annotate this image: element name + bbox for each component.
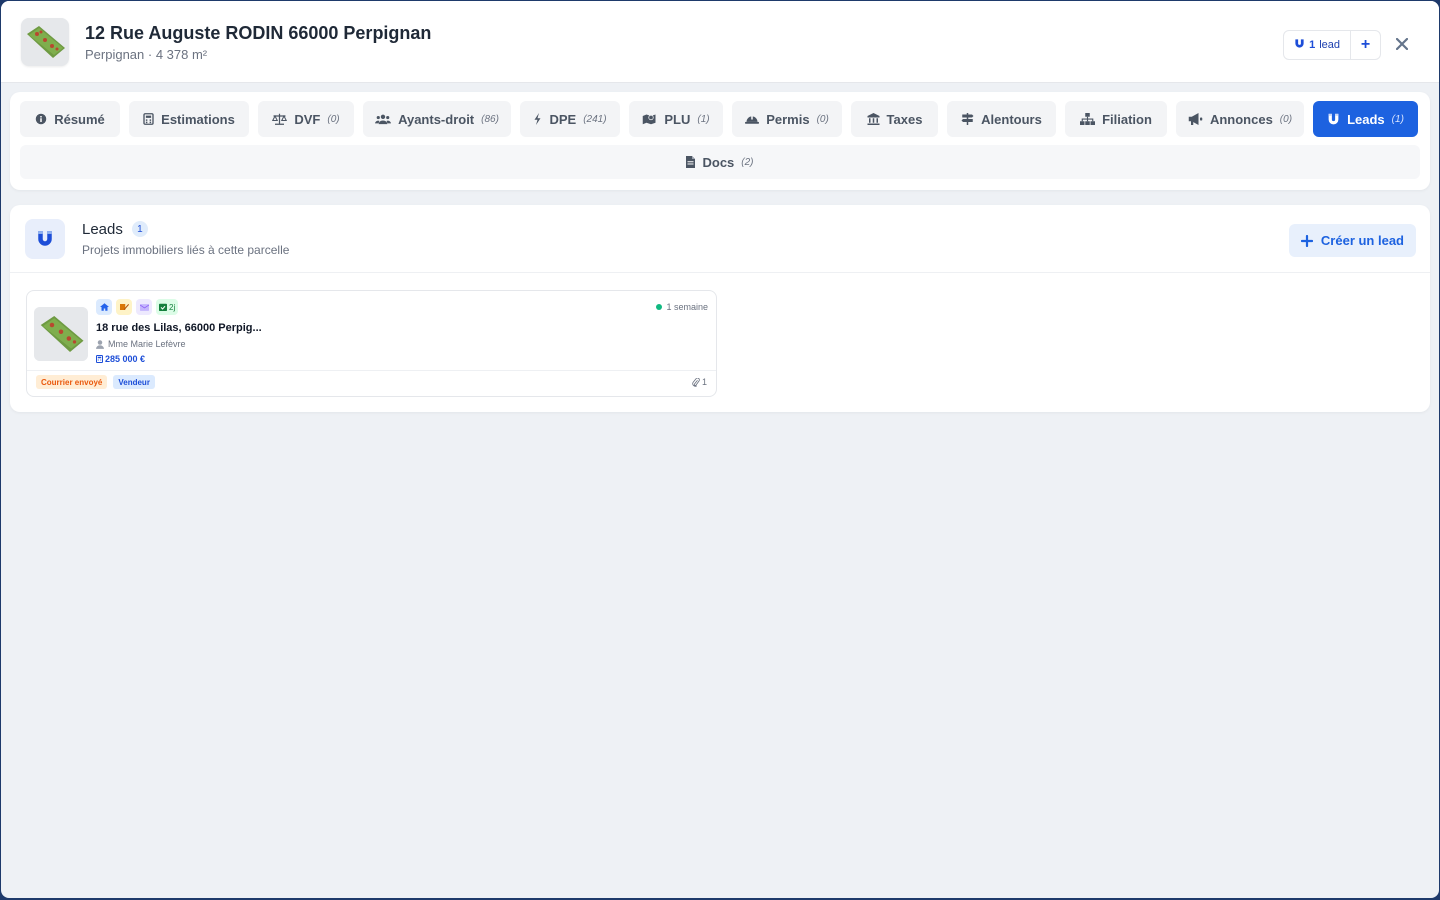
parcel-thumbnail [21, 17, 69, 66]
tab-label: Alentours [981, 111, 1042, 127]
signs-icon [961, 113, 974, 125]
tab-bar: Résumé Estimations DVF (0) Ayants-droit … [20, 101, 1420, 137]
page-subtitle: Perpignan · 4 378 m² [85, 46, 208, 62]
create-lead-button[interactable]: Créer un lead [1288, 224, 1416, 257]
tab-count: (1) [697, 113, 710, 125]
add-lead-button[interactable]: + [1350, 31, 1380, 59]
tab-permis[interactable]: Permis (0) [732, 101, 842, 137]
tab-label: PLU [664, 111, 691, 127]
tab-docs[interactable]: Docs (2) [20, 145, 1420, 179]
calculator-icon [96, 355, 103, 363]
tab-label: Ayants-droit [398, 111, 475, 127]
map-icon [643, 114, 656, 125]
magnet-icon [1328, 113, 1339, 124]
tab-ayants-droit[interactable]: Ayants-droit (86) [363, 101, 511, 137]
calendar-days-label: 2j [169, 302, 176, 312]
tag-status: Courrier envoyé [36, 375, 108, 389]
tab-label: DPE [549, 111, 577, 127]
file-icon [686, 156, 696, 168]
lead-owner-name: Mme Marie Lefèvre [108, 339, 186, 349]
tab-count: (2) [741, 156, 754, 168]
leads-section-icon [25, 218, 65, 259]
close-button[interactable] [1393, 35, 1411, 53]
tab-estimations[interactable]: Estimations [129, 101, 249, 137]
lead-price: 285 000 € [96, 354, 145, 364]
tab-label: Annonces [1209, 111, 1273, 127]
status-dot [656, 304, 663, 310]
lead-price-value: 285 000 € [105, 354, 146, 364]
lead-status-icons: 2j [96, 299, 179, 315]
tab-label: Permis [766, 111, 810, 127]
magnet-icon [1294, 38, 1305, 52]
tab-label: Leads [1347, 111, 1385, 127]
card-divider [27, 370, 716, 371]
tab-count: (0) [1279, 113, 1293, 125]
page-title: 12 Rue Auguste RODIN 66000 Perpignan [85, 22, 432, 43]
magnet-icon [38, 230, 52, 246]
leads-header: Leads 1 Projets immobiliers liés à cette… [10, 205, 1430, 273]
parcel-modal: 12 Rue Auguste RODIN 66000 Perpignan Per… [1, 1, 1439, 898]
tab-count: (0) [816, 113, 829, 125]
tab-label: DVF [294, 111, 321, 127]
lead-count-number: 1 [1309, 39, 1316, 51]
tab-plu[interactable]: PLU (1) [629, 101, 723, 137]
home-icon [96, 299, 112, 315]
users-icon [375, 114, 392, 125]
user-icon [96, 339, 104, 349]
lead-attachments: 1 [692, 377, 707, 387]
bolt-icon [534, 113, 541, 125]
lead-time: 1 semaine [656, 302, 708, 312]
tab-label: Résumé [54, 111, 105, 127]
lead-tags: Courrier envoyé Vendeur [36, 375, 155, 389]
tab-label: Filiation [1102, 111, 1152, 127]
bank-icon [867, 113, 880, 125]
mail-icon [136, 299, 152, 315]
leads-subtitle: Projets immobiliers liés à cette parcell… [82, 242, 290, 257]
tabs-panel: Résumé Estimations DVF (0) Ayants-droit … [10, 92, 1430, 190]
megaphone-icon [1188, 113, 1203, 125]
tab-label: Estimations [161, 111, 235, 127]
close-icon [1396, 38, 1408, 50]
tab-dpe[interactable]: DPE (241) [520, 101, 620, 137]
leads-title: Leads [82, 220, 123, 238]
tab-label: Taxes [886, 111, 923, 127]
tab-count: (241) [583, 113, 607, 125]
create-lead-label: Créer un lead [1320, 233, 1404, 248]
tag-role: Vendeur [113, 375, 155, 389]
tab-taxes[interactable]: Taxes [851, 101, 938, 137]
tab-count: (1) [1391, 113, 1404, 125]
lead-count-button[interactable]: 1 lead [1284, 31, 1350, 59]
lead-owner: Mme Marie Lefèvre [96, 339, 186, 349]
tab-count: (0) [327, 113, 340, 125]
info-circle-icon [35, 113, 47, 125]
calculator-icon [143, 113, 154, 125]
lead-address: 18 rue des Lilas, 66000 Perpig... [96, 322, 262, 334]
signature-icon [116, 299, 132, 315]
lead-card[interactable]: 2j 1 semaine 18 rue des Lilas, 66000 Per… [26, 290, 717, 397]
calendar-check-icon: 2j [156, 299, 179, 315]
lead-thumbnail [34, 307, 88, 361]
scale-icon [272, 113, 288, 125]
tab-filiation[interactable]: Filiation [1065, 101, 1167, 137]
paperclip-icon [692, 377, 700, 387]
tab-label: Docs [702, 154, 735, 170]
tab-alentours[interactable]: Alentours [947, 101, 1056, 137]
leads-section: Leads 1 Projets immobiliers liés à cette… [10, 205, 1430, 412]
tab-leads[interactable]: Leads (1) [1313, 101, 1418, 137]
helmet-icon [745, 115, 760, 124]
lead-count-word: lead [1319, 39, 1340, 51]
sitemap-icon [1080, 113, 1096, 125]
lead-time-label: 1 semaine [666, 302, 708, 312]
leads-count-badge: 1 [131, 221, 148, 237]
lead-count-pill[interactable]: 1 lead + [1283, 30, 1381, 60]
tab-dvf[interactable]: DVF (0) [258, 101, 354, 137]
tab-count: (86) [481, 113, 499, 125]
attachment-count: 1 [701, 377, 707, 387]
plus-icon [1300, 234, 1313, 247]
tab-resume[interactable]: Résumé [20, 101, 120, 137]
modal-header: 12 Rue Auguste RODIN 66000 Perpignan Per… [1, 1, 1439, 83]
tab-annonces[interactable]: Annonces (0) [1176, 101, 1304, 137]
